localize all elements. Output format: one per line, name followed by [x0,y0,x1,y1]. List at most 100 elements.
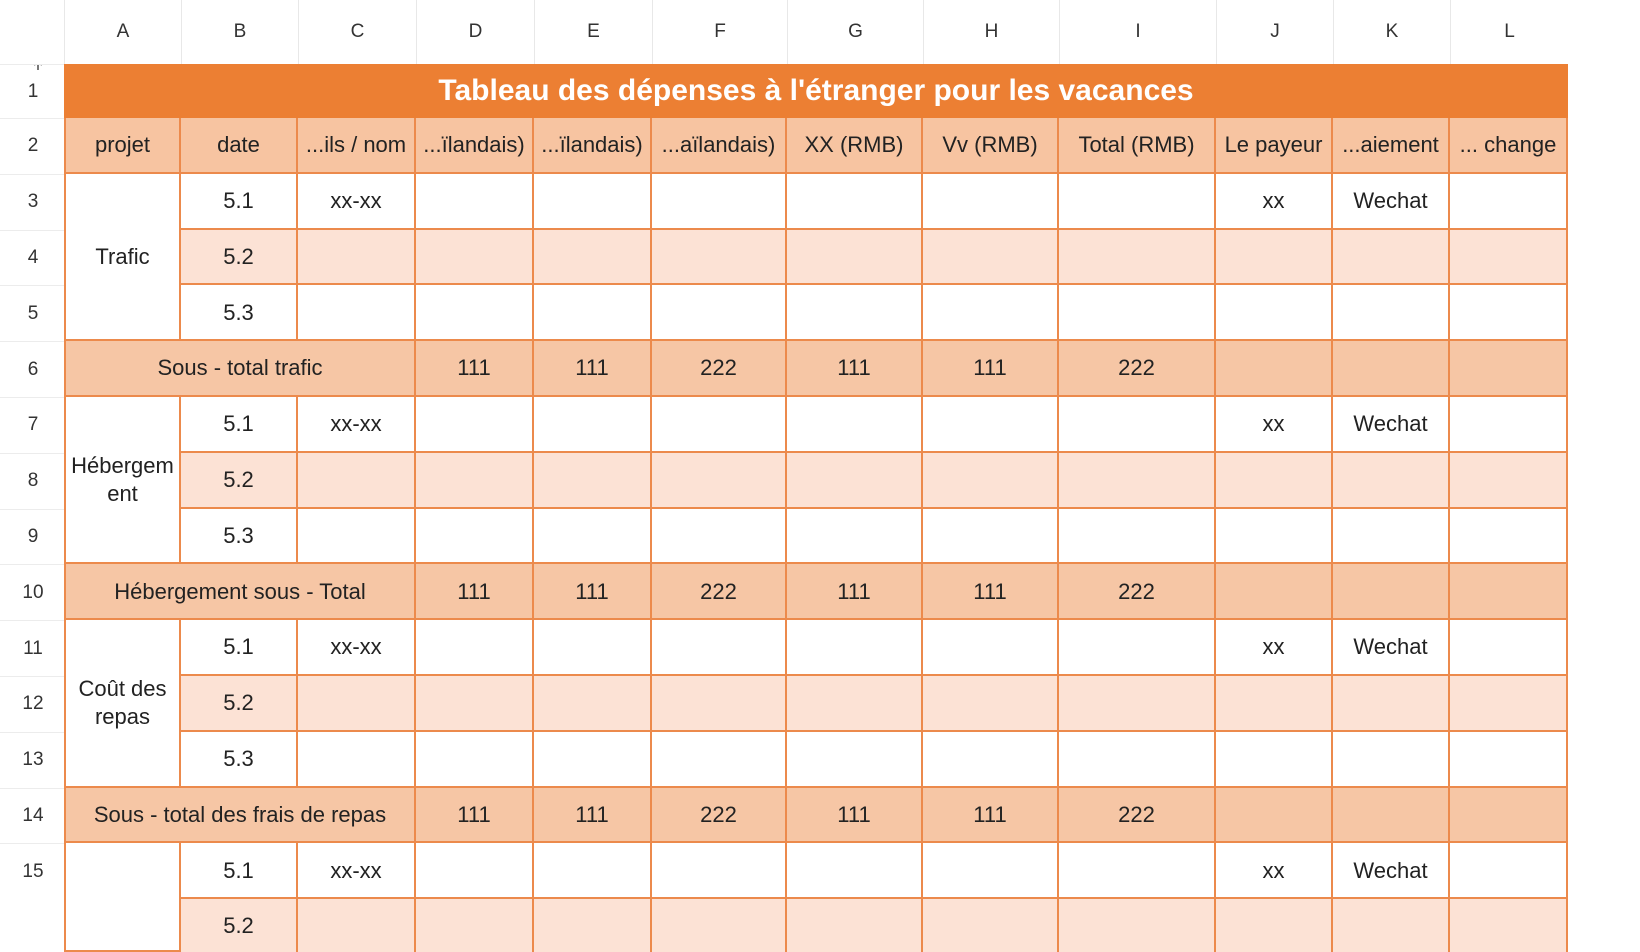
column-header-c[interactable]: C [298,0,416,64]
group-label[interactable]: Hébergem ent [64,397,181,565]
subtotal-value[interactable]: 111 [923,787,1059,844]
payer-cell[interactable]: xx [1216,397,1333,453]
column-title-2[interactable]: date [181,118,298,174]
table-cell[interactable] [1333,229,1450,286]
table-cell[interactable] [1216,676,1333,732]
column-header-a[interactable]: A [64,0,181,64]
table-cell[interactable] [1333,787,1450,844]
table-cell[interactable] [1059,731,1216,788]
table-cell[interactable] [416,731,534,788]
table-cell[interactable] [923,843,1059,900]
subtotal-value[interactable]: 222 [652,564,787,621]
column-title-9[interactable]: Total (RMB) [1059,118,1216,174]
table-cell[interactable] [1450,173,1568,230]
table-cell[interactable] [652,229,787,286]
table-cell[interactable] [298,285,416,342]
subtotal-value[interactable]: 111 [534,787,652,844]
table-cell[interactable] [1333,285,1450,342]
subtotal-value[interactable]: 111 [923,341,1059,397]
table-cell[interactable] [1333,564,1450,621]
date-cell[interactable]: 5.3 [181,285,298,342]
table-cell[interactable] [1216,285,1333,342]
table-cell[interactable] [1216,229,1333,286]
name-cell[interactable]: xx-xx [298,173,416,230]
table-cell[interactable] [1216,341,1333,397]
table-cell[interactable] [1216,731,1333,788]
subtotal-value[interactable]: 111 [787,341,923,397]
column-header-b[interactable]: B [181,0,298,64]
column-header-d[interactable]: D [416,0,534,64]
date-cell[interactable]: 5.2 [181,899,298,952]
column-title-1[interactable]: projet [64,118,181,174]
date-cell[interactable]: 5.1 [181,397,298,453]
table-cell[interactable] [416,843,534,900]
name-cell[interactable]: xx-xx [298,843,416,900]
table-cell[interactable] [1450,731,1568,788]
table-cell[interactable] [787,508,923,565]
table-cell[interactable] [1450,397,1568,453]
name-cell[interactable]: xx-xx [298,620,416,676]
table-cell[interactable] [787,285,923,342]
table-cell[interactable] [787,452,923,509]
table-cell[interactable] [1059,899,1216,952]
date-cell[interactable]: 5.1 [181,843,298,900]
date-cell[interactable]: 5.1 [181,620,298,676]
table-cell[interactable] [787,229,923,286]
table-cell[interactable] [787,173,923,230]
table-cell[interactable] [1333,676,1450,732]
date-cell[interactable]: 5.2 [181,229,298,286]
subtotal-value[interactable]: 222 [652,341,787,397]
subtotal-value[interactable]: 111 [416,341,534,397]
table-cell[interactable] [1450,787,1568,844]
table-cell[interactable] [787,899,923,952]
table-cell[interactable] [1333,508,1450,565]
table-cell[interactable] [1450,452,1568,509]
row-header-8[interactable]: 8 [0,452,66,509]
table-cell[interactable] [1333,452,1450,509]
table-cell[interactable] [923,285,1059,342]
column-header-i[interactable]: I [1059,0,1216,64]
table-cell[interactable] [652,676,787,732]
table-cell[interactable] [923,899,1059,952]
column-title-6[interactable]: ...aïlandais) [652,118,787,174]
table-cell[interactable] [787,676,923,732]
subtotal-value[interactable]: 222 [652,787,787,844]
column-title-8[interactable]: Vv (RMB) [923,118,1059,174]
row-header-7[interactable]: 7 [0,397,66,453]
payment-cell[interactable]: Wechat [1333,173,1450,230]
date-cell[interactable]: 5.3 [181,508,298,565]
table-cell[interactable] [1450,341,1568,397]
table-cell[interactable] [923,676,1059,732]
table-cell[interactable] [1059,397,1216,453]
column-title-12[interactable]: ... change [1450,118,1568,174]
table-cell[interactable] [534,676,652,732]
table-cell[interactable] [534,899,652,952]
table-cell[interactable] [787,843,923,900]
table-cell[interactable] [923,508,1059,565]
table-cell[interactable] [1450,843,1568,900]
name-cell[interactable]: xx-xx [298,397,416,453]
column-header-f[interactable]: F [652,0,787,64]
column-header-e[interactable]: E [534,0,652,64]
column-title-10[interactable]: Le payeur [1216,118,1333,174]
table-cell[interactable] [652,285,787,342]
table-cell[interactable] [416,452,534,509]
table-cell[interactable] [298,452,416,509]
table-cell[interactable] [1450,285,1568,342]
table-cell[interactable] [416,285,534,342]
date-cell[interactable]: 5.2 [181,676,298,732]
table-cell[interactable] [416,899,534,952]
row-header-6[interactable]: 6 [0,341,66,397]
table-cell[interactable] [1216,452,1333,509]
table-cell[interactable] [1450,229,1568,286]
table-cell[interactable] [298,731,416,788]
subtotal-value[interactable]: 111 [534,564,652,621]
table-cell[interactable] [416,397,534,453]
table-cell[interactable] [652,620,787,676]
date-cell[interactable]: 5.1 [181,173,298,230]
table-cell[interactable] [1333,731,1450,788]
table-cell[interactable] [534,620,652,676]
row-header-4[interactable]: 4 [0,229,66,286]
column-title-4[interactable]: ...ïlandais) [416,118,534,174]
subtotal-value[interactable]: 222 [1059,787,1216,844]
